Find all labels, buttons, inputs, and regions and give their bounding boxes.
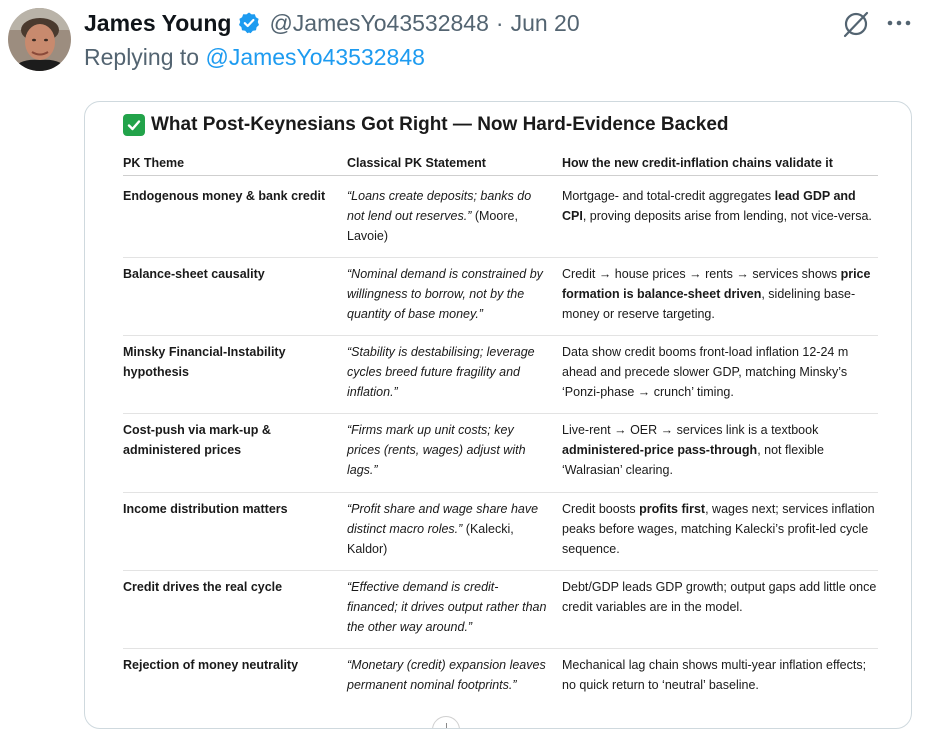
- table-cell-theme: Endogenous money & bank credit: [123, 189, 326, 203]
- tweet-header: James Young @JamesYo43532848 · Jun 20: [84, 6, 580, 40]
- column-header-theme: PK Theme: [123, 156, 185, 170]
- table-cell-statement: “Monetary (credit) expansion leaves perm…: [347, 655, 547, 695]
- table-cell-validation: Credit boosts profits first, wages next;…: [562, 499, 880, 559]
- column-header-validation: How the new credit-inflation chains vali…: [562, 156, 833, 170]
- table-cell-validation: Mechanical lag chain shows multi-year in…: [562, 655, 880, 695]
- table-cell-statement: “Profit share and wage share have distin…: [347, 499, 547, 559]
- table-cell-statement: “Stability is destabilising; leverage cy…: [347, 342, 547, 402]
- row-divider: [123, 335, 878, 336]
- author-handle[interactable]: @JamesYo43532848: [269, 10, 488, 37]
- more-icon[interactable]: [884, 12, 914, 34]
- validation-emphasis: profits first: [639, 502, 706, 516]
- validation-text: Data show credit booms front-load inflat…: [562, 345, 849, 399]
- grok-icon[interactable]: [840, 8, 872, 40]
- statement-quote: “Nominal demand is constrained by willin…: [347, 267, 543, 321]
- validation-text: , proving deposits arise from lending, n…: [582, 209, 872, 223]
- validation-text: Credit boosts: [562, 502, 640, 516]
- row-divider: [123, 257, 878, 258]
- table-cell-statement: “Loans create deposits; banks do not len…: [347, 186, 547, 246]
- table-cell-validation: Credit → house prices → rents → services…: [562, 264, 880, 324]
- validation-text: Credit → house prices → rents → services…: [562, 267, 841, 281]
- avatar[interactable]: [8, 8, 71, 71]
- reply-mention-link[interactable]: @JamesYo43532848: [205, 44, 424, 70]
- verified-badge-icon: [237, 11, 261, 35]
- table-cell-theme: Rejection of money neutrality: [123, 658, 299, 672]
- table-cell-validation: Live-rent → OER → services link is a tex…: [562, 420, 880, 480]
- table-cell-statement: “Firms mark up unit costs; key prices (r…: [347, 420, 547, 480]
- table-cell-validation: Debt/GDP leads GDP growth; output gaps a…: [562, 577, 880, 617]
- table-cell-theme: Cost-push via mark-up & administered pri…: [123, 423, 271, 457]
- attached-image[interactable]: What Post-Keynesians Got Right — Now Har…: [84, 101, 912, 729]
- row-divider: [123, 648, 878, 649]
- table-cell-theme: Income distribution matters: [123, 502, 288, 516]
- header-divider: [123, 175, 878, 176]
- document-title: What Post-Keynesians Got Right — Now Har…: [123, 114, 729, 136]
- table-cell-validation: Mortgage- and total-credit aggregates le…: [562, 186, 880, 226]
- table-cell-theme: Balance-sheet causality: [123, 267, 265, 281]
- scroll-indicator-icon: [432, 716, 460, 728]
- document-title-text: What Post-Keynesians Got Right — Now Har…: [151, 114, 729, 135]
- table-cell-statement: “Effective demand is credit-financed; it…: [347, 577, 547, 637]
- replying-to: Replying to @JamesYo43532848: [84, 44, 425, 71]
- validation-text: Mechanical lag chain shows multi-year in…: [562, 658, 867, 692]
- avatar-photo: [8, 8, 71, 71]
- table-cell-statement: “Nominal demand is constrained by willin…: [347, 264, 547, 324]
- statement-quote: “Firms mark up unit costs; key prices (r…: [347, 423, 526, 477]
- row-divider: [123, 570, 878, 571]
- separator-dot: ·: [495, 9, 504, 36]
- tweet-date[interactable]: Jun 20: [511, 10, 580, 37]
- validation-text: Live-rent → OER → services link is a tex…: [562, 423, 819, 437]
- table-cell-validation: Data show credit booms front-load inflat…: [562, 342, 880, 402]
- validation-emphasis: administered-price pass-through: [562, 443, 758, 457]
- table-cell-theme: Credit drives the real cycle: [123, 580, 283, 594]
- statement-quote: “Monetary (credit) expansion leaves perm…: [347, 658, 546, 692]
- author-name[interactable]: James Young: [84, 10, 231, 37]
- column-header-statement: Classical PK Statement: [347, 156, 486, 170]
- row-divider: [123, 413, 878, 414]
- check-mark-icon: [123, 114, 145, 136]
- statement-quote: “Stability is destabilising; leverage cy…: [347, 345, 535, 399]
- validation-text: Debt/GDP leads GDP growth; output gaps a…: [562, 580, 877, 614]
- table-cell-theme: Minsky Financial-Instability hypothesis: [123, 345, 286, 379]
- statement-quote: “Effective demand is credit-financed; it…: [347, 580, 547, 634]
- row-divider: [123, 492, 878, 493]
- replying-to-label: Replying to: [84, 44, 200, 70]
- validation-text: Mortgage- and total-credit aggregates: [562, 189, 775, 203]
